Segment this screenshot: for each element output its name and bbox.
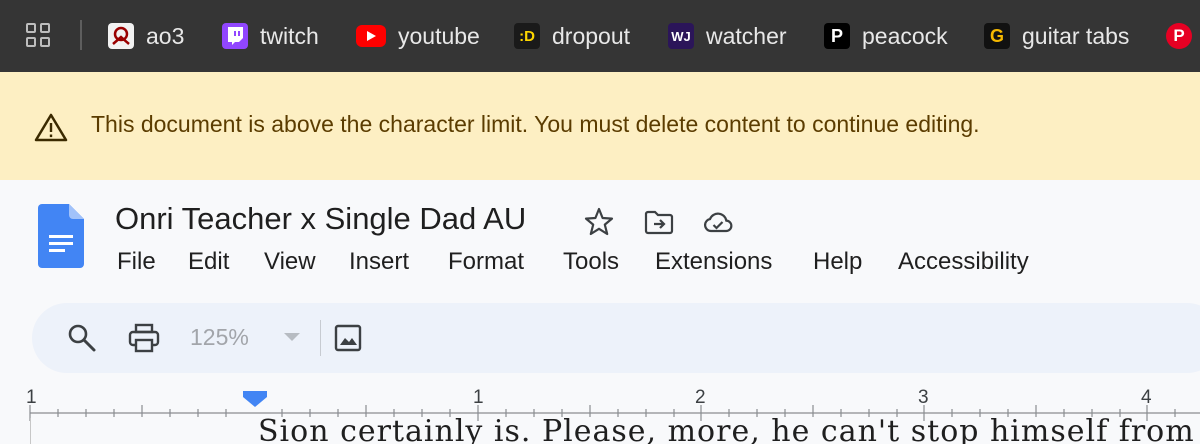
bookmark-guitar-tabs[interactable]: G guitar tabs	[984, 19, 1129, 53]
bookmark-peacock[interactable]: P peacock	[824, 19, 948, 53]
bookmark-label: dropout	[552, 22, 631, 49]
bookmark-youtube[interactable]: youtube	[356, 19, 480, 53]
ao3-icon	[108, 23, 134, 49]
menu-tools[interactable]: Tools	[563, 248, 619, 276]
menu-file[interactable]: File	[117, 248, 156, 276]
ruler-label: 4	[1141, 387, 1152, 408]
bookmark-label: peacock	[862, 22, 948, 49]
dropout-icon: :D	[514, 23, 540, 49]
document-body-text[interactable]: Sion certainly is. Please, more, he can'…	[258, 414, 1195, 444]
bookmark-pinterest[interactable]: P	[1166, 19, 1200, 53]
menu-insert[interactable]: Insert	[349, 248, 409, 276]
menu-help[interactable]: Help	[813, 248, 862, 276]
menu-extensions[interactable]: Extensions	[655, 248, 772, 276]
bookmark-label: youtube	[398, 22, 480, 49]
cloud-saved-icon[interactable]	[702, 206, 734, 238]
bookmark-dropout[interactable]: :D dropout	[514, 19, 630, 53]
menu-accessibility[interactable]: Accessibility	[898, 248, 1029, 276]
insert-image-icon[interactable]	[330, 320, 366, 356]
banner-message: This document is above the character lim…	[91, 111, 980, 137]
bookmark-label: ao3	[146, 22, 185, 49]
google-docs-icon[interactable]	[38, 204, 84, 268]
guitar-tabs-icon: G	[984, 23, 1010, 49]
bookmark-label: twitch	[260, 22, 319, 49]
ruler-label: 3	[918, 387, 929, 408]
bookmarks-bar: ao3 twitch youtube :D dropout WJ watcher…	[0, 0, 1200, 72]
chevron-down-icon[interactable]	[284, 333, 300, 341]
menu-edit[interactable]: Edit	[188, 248, 229, 276]
bookmark-twitch[interactable]: twitch	[222, 19, 319, 53]
peacock-icon: P	[824, 23, 850, 49]
bookmark-watcher[interactable]: WJ watcher	[668, 19, 787, 53]
warning-icon	[34, 113, 68, 142]
page-edge	[30, 418, 31, 444]
ruler-label: 1	[26, 387, 37, 408]
document-title[interactable]: Onri Teacher x Single Dad AU	[115, 201, 526, 237]
youtube-icon	[356, 25, 386, 47]
watcher-icon: WJ	[668, 23, 694, 49]
bookmark-label: watcher	[706, 22, 787, 49]
ruler-label: 2	[695, 387, 706, 408]
bookmarks-divider	[80, 20, 82, 50]
star-icon[interactable]	[583, 206, 615, 238]
indent-marker[interactable]	[243, 391, 267, 407]
menu-view[interactable]: View	[264, 248, 316, 276]
menu-format[interactable]: Format	[448, 248, 524, 276]
move-to-folder-icon[interactable]	[643, 206, 675, 238]
pinterest-icon: P	[1166, 23, 1192, 49]
apps-grid-icon[interactable]	[26, 23, 52, 49]
ruler-label: 1	[473, 387, 484, 408]
bookmark-label: guitar tabs	[1022, 22, 1130, 49]
twitch-icon	[222, 23, 248, 49]
bookmark-ao3[interactable]: ao3	[108, 19, 184, 53]
toolbar-divider	[320, 320, 321, 356]
zoom-select[interactable]: 125%	[190, 324, 249, 351]
print-icon[interactable]	[126, 320, 162, 356]
search-menus-icon[interactable]	[64, 320, 100, 356]
